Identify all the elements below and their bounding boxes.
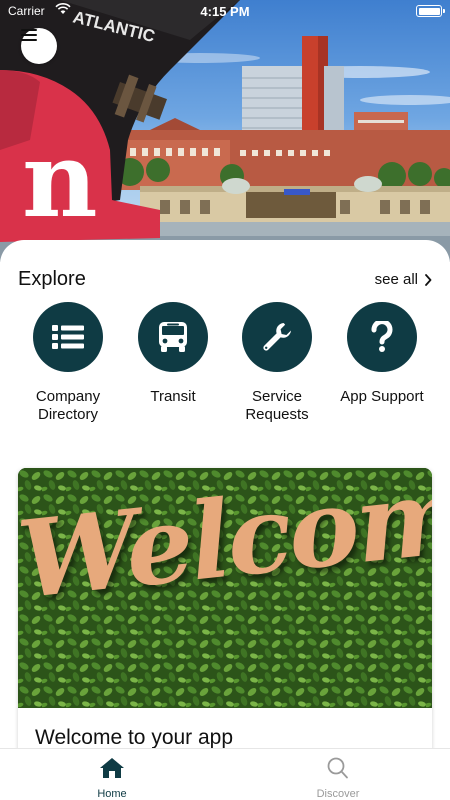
tab-discover[interactable]: Discover: [288, 757, 388, 800]
list-icon: [52, 325, 84, 349]
explore-title: Explore: [18, 268, 86, 290]
explore-item-icon-circle: [242, 302, 312, 372]
label-line1: Service: [251, 388, 303, 405]
hero-banner: ATLANTIC Carrier 4:15 PM n: [0, 0, 450, 262]
welcome-card-title: Welcome to your app: [35, 726, 234, 748]
explore-item-transit[interactable]: Transit: [121, 302, 225, 406]
clock-time: 4:15 PM: [200, 4, 250, 19]
tab-home[interactable]: Home: [62, 757, 162, 800]
status-bar: Carrier 4:15 PM: [0, 0, 450, 24]
welcome-image: Welcome: [18, 468, 432, 708]
see-all-link[interactable]: see all: [375, 271, 432, 288]
search-icon: [327, 757, 348, 779]
explore-item-icon-circle: [138, 302, 208, 372]
explore-item-label: Service Requests: [225, 388, 329, 424]
hamburger-menu-button[interactable]: [21, 28, 57, 64]
explore-item-service-requests[interactable]: Service Requests: [225, 302, 329, 424]
label-line2: Directory: [37, 406, 98, 423]
see-all-label: see all: [374, 271, 418, 288]
home-icon: [100, 758, 124, 778]
tab-bar: Home Discover: [0, 748, 450, 800]
explore-items: Company Directory Transit Service Reques…: [0, 302, 450, 432]
wrench-icon: [263, 323, 291, 351]
explore-header: Explore see all: [18, 268, 432, 294]
battery-level: [418, 7, 440, 15]
label-line1: Company: [35, 388, 101, 405]
chevron-right-icon: [425, 273, 432, 286]
bus-icon: [159, 322, 187, 352]
tab-discover-label: Discover: [316, 788, 360, 800]
content-sheet: Explore see all Company Directory Transi…: [0, 240, 450, 748]
tab-home-label: Home: [97, 788, 127, 800]
hamburger-menu-icon: [21, 29, 37, 41]
label-line2: Requests: [245, 406, 309, 423]
battery-icon: [416, 5, 445, 17]
welcome-card[interactable]: Welcome Welcome to your app: [18, 468, 432, 748]
brand-logo: n: [22, 118, 98, 241]
explore-item-icon-circle: [347, 302, 417, 372]
explore-item-label: Transit: [121, 388, 225, 406]
label-line1: App Support: [340, 388, 424, 405]
explore-item-label: App Support: [330, 388, 434, 406]
explore-item-company-directory[interactable]: Company Directory: [16, 302, 120, 424]
question-mark-icon: [371, 321, 393, 352]
explore-item-icon-circle: [33, 302, 103, 372]
label-line1: Transit: [150, 388, 196, 405]
explore-item-app-support[interactable]: App Support: [330, 302, 434, 406]
explore-item-label: Company Directory: [16, 388, 120, 424]
